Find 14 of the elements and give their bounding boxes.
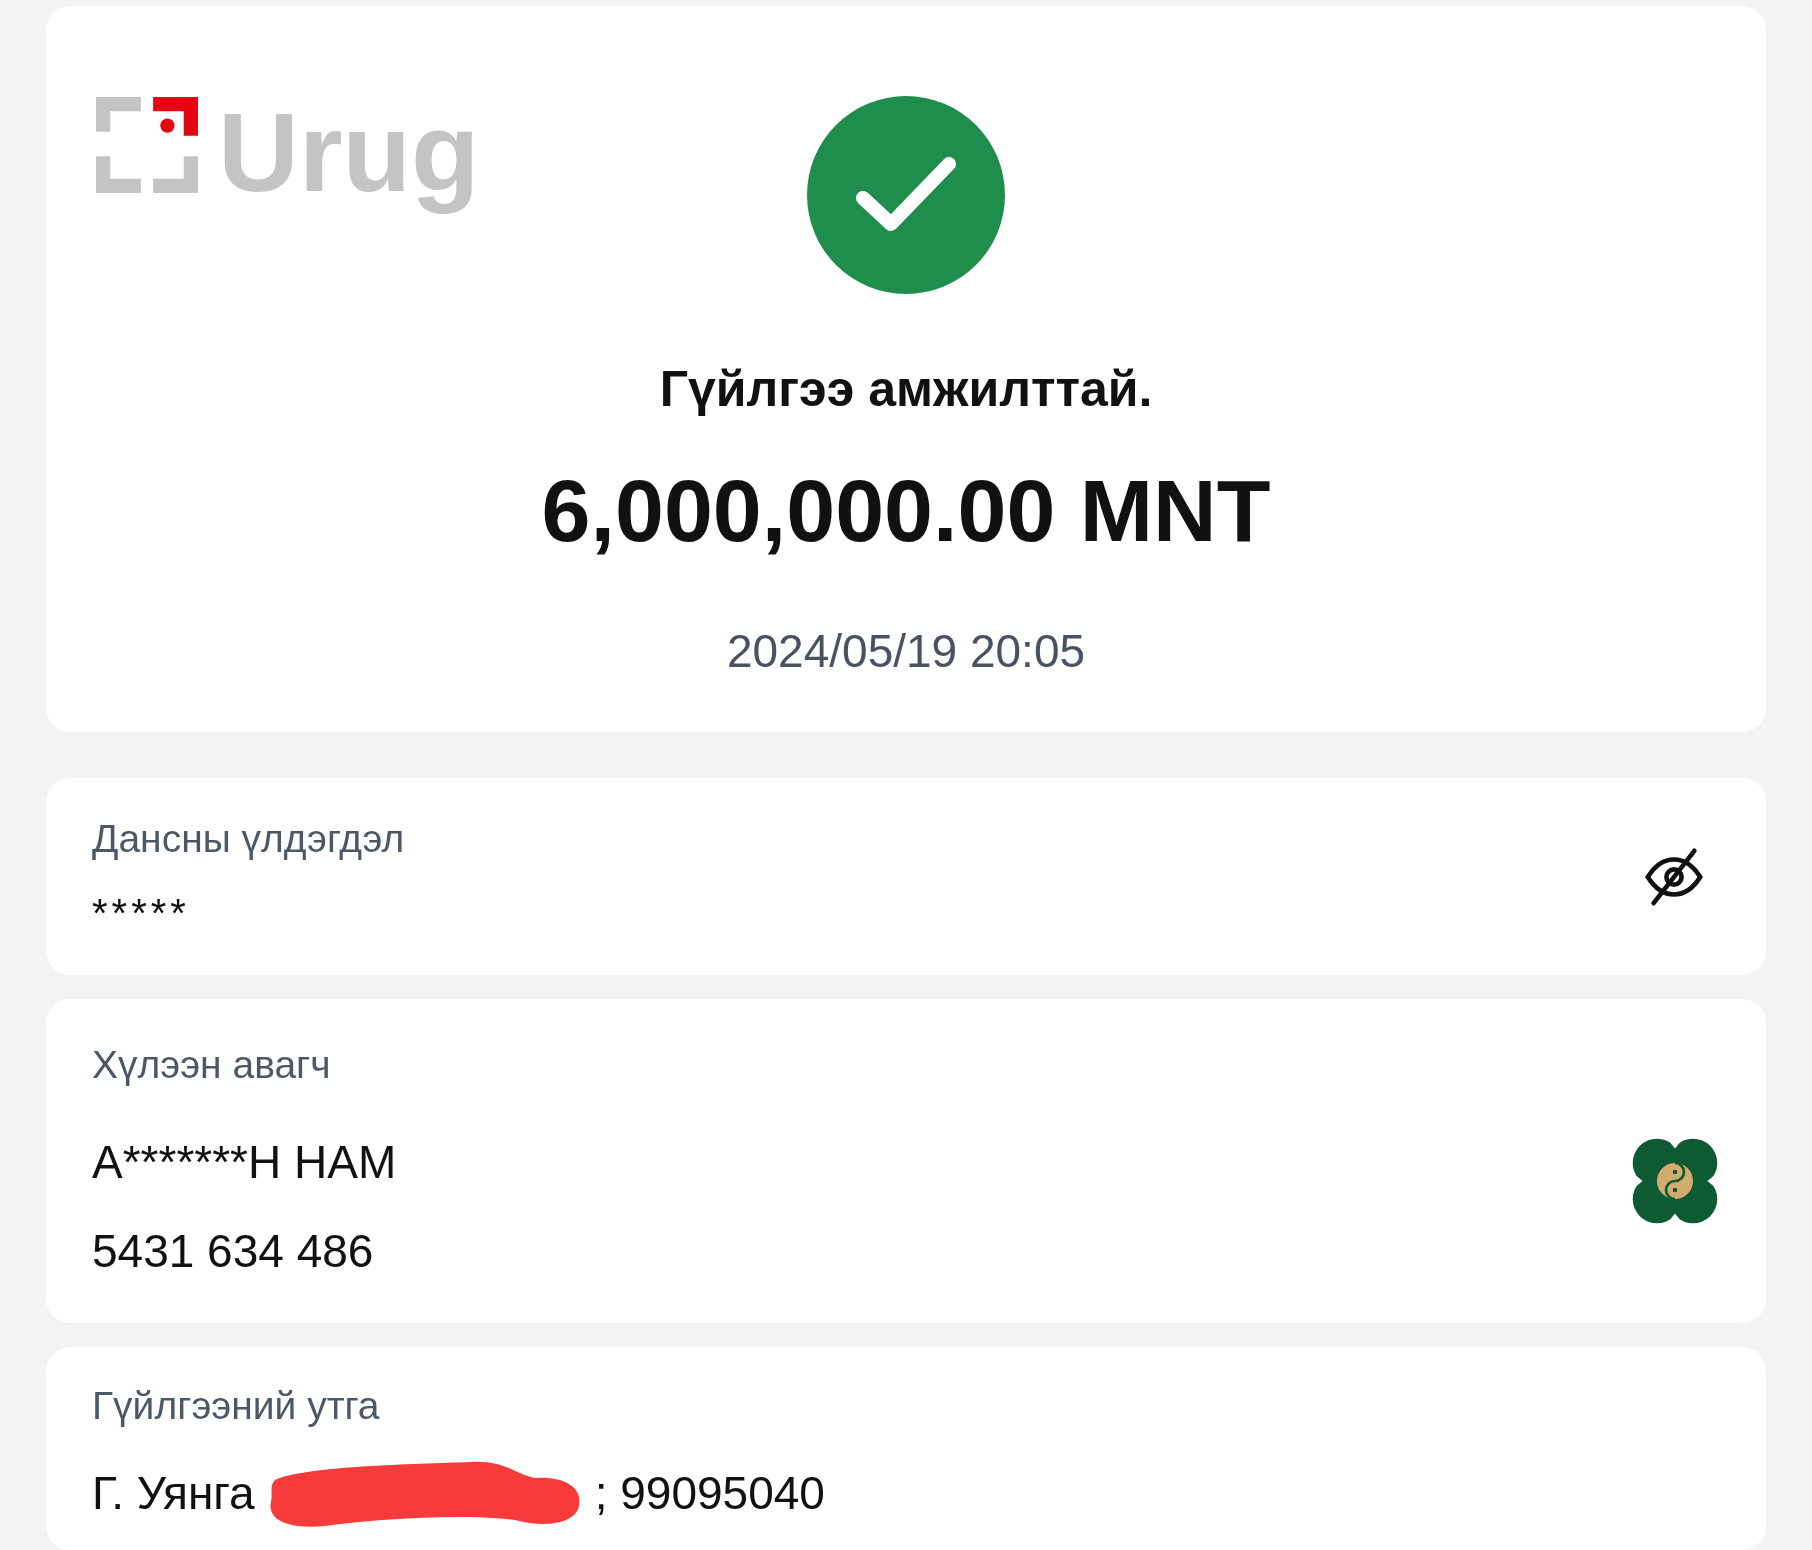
- balance-label: Дансны үлдэгдэл: [92, 816, 405, 863]
- status-title: Гүйлгээ амжилттай.: [659, 360, 1153, 419]
- logo-wordmark: Urug: [217, 89, 481, 217]
- recipient-label: Хүлээн авагч: [92, 1041, 332, 1088]
- bank-logo-icon: [1630, 1136, 1720, 1226]
- description-text: Г. Уянга: [92, 1466, 255, 1521]
- logo-mark-icon: [96, 97, 198, 193]
- description-label: Гүйлгээний утга: [92, 1383, 381, 1429]
- description-text: ; 99095040: [594, 1466, 825, 1521]
- transaction-datetime: 2024/05/19 20:05: [726, 624, 1086, 679]
- balance-value: *****: [92, 889, 191, 937]
- recipient-account: 5431 634 486: [92, 1224, 375, 1280]
- recipient-name: А*******Н НАМ: [92, 1135, 397, 1191]
- amount: 6,000,000.00 MNT: [541, 467, 1271, 555]
